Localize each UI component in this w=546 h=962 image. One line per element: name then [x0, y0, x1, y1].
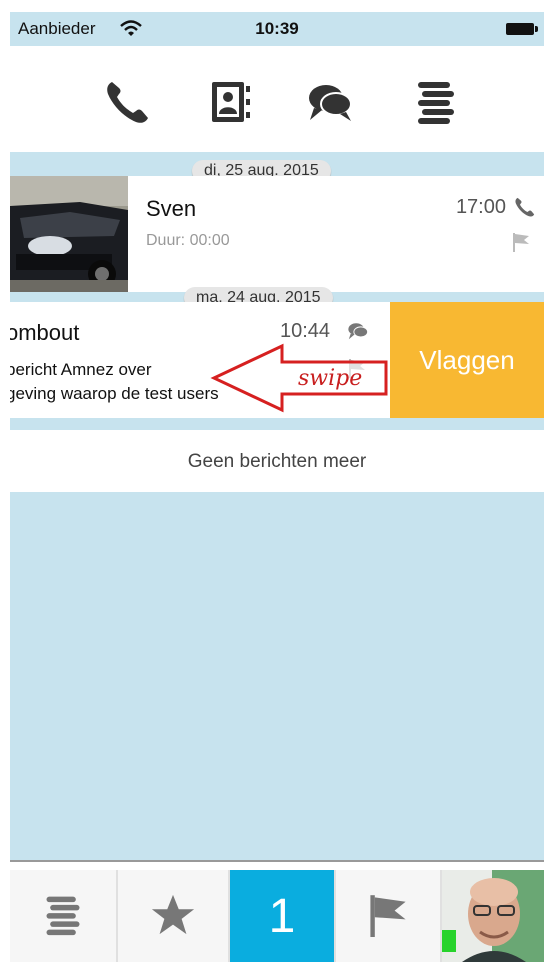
- list-item[interactable]: Sven Duur: 00:00 17:00: [10, 176, 544, 292]
- tab-counter[interactable]: 1: [230, 870, 334, 962]
- empty-area: [10, 492, 544, 860]
- timeline-icon[interactable]: [412, 78, 460, 126]
- message-preview-line2: geving waarop de test users: [10, 384, 219, 403]
- flag-icon: [370, 894, 406, 937]
- tab-flagged[interactable]: [336, 870, 440, 962]
- item-time: 10:44: [280, 320, 331, 342]
- avatar: [442, 870, 544, 962]
- status-bar: Aanbieder 10:39: [10, 12, 544, 46]
- tab-profile[interactable]: [442, 870, 544, 962]
- tab-bar: 1: [10, 860, 544, 962]
- tab-favorites[interactable]: [118, 870, 228, 962]
- no-more-messages: Geen berichten meer: [10, 430, 544, 492]
- star-icon: [151, 894, 195, 934]
- battery-icon: [506, 23, 538, 35]
- phone-icon[interactable]: [104, 78, 152, 126]
- chat-icon[interactable]: [306, 78, 354, 126]
- phone-icon: [515, 197, 535, 217]
- flag-action-button[interactable]: Vlaggen: [390, 302, 544, 418]
- call-duration: Duur: 00:00: [146, 232, 230, 249]
- tab-timeline[interactable]: [10, 870, 116, 962]
- item-time: 17:00: [455, 196, 506, 218]
- status-time: 10:39: [255, 19, 299, 38]
- timeline-icon: [46, 896, 80, 935]
- chat-icon: [348, 323, 369, 340]
- contacts-icon[interactable]: [206, 78, 254, 126]
- contact-name: Sven: [146, 196, 197, 221]
- contact-name: ombout: [10, 320, 80, 345]
- message-preview-line1: bericht Amnez over: [10, 360, 152, 379]
- contact-photo: [10, 176, 128, 292]
- flag-icon[interactable]: [512, 232, 530, 252]
- swipe-hint-label: swipe: [298, 366, 363, 391]
